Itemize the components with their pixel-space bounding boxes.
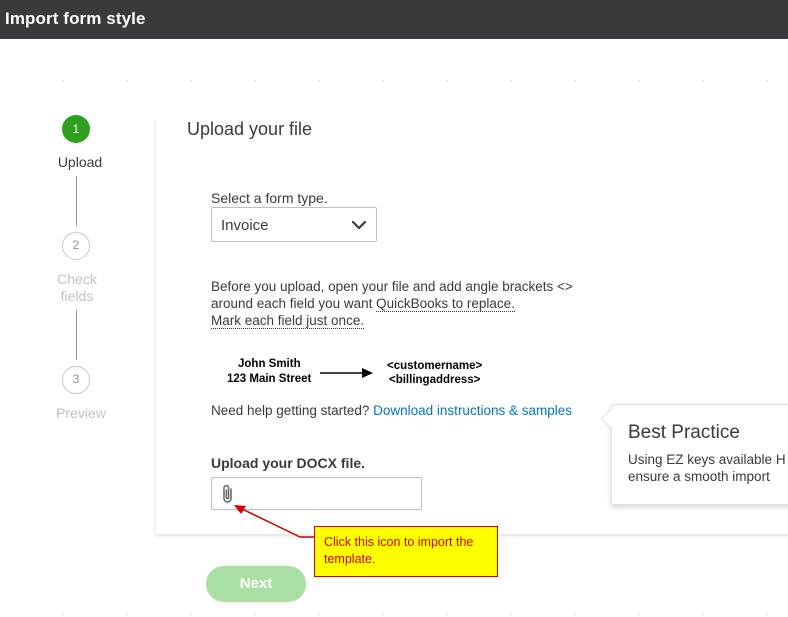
next-button[interactable]: Next xyxy=(206,566,306,602)
background-grid-line xyxy=(0,614,788,615)
popover-body: Using EZ keys available H ensure a smoot… xyxy=(628,451,786,485)
step-2-circle: 2 xyxy=(62,232,90,260)
example-address: 123 Main Street xyxy=(227,373,312,385)
help-prompt: Need help getting started? xyxy=(211,403,370,418)
instructions-line-3: Mark each field just once. xyxy=(211,312,631,329)
quickbooks-replace-tooltip[interactable]: QuickBooks to replace. xyxy=(376,296,515,312)
step-1-circle: 1 xyxy=(62,115,90,143)
callout-arrow-icon xyxy=(234,505,314,538)
instructions-text: Before you upload, open your file and ad… xyxy=(211,278,631,329)
background-grid-line xyxy=(0,80,788,81)
step-3-label: Preview xyxy=(56,405,106,421)
form-type-select[interactable]: Invoice xyxy=(211,207,377,242)
step-3-circle: 3 xyxy=(62,366,90,394)
form-type-value: Invoice xyxy=(221,217,269,234)
popover-body-line-2: ensure a smooth import xyxy=(628,469,770,484)
best-practice-popover: Best Practice Using EZ keys available H … xyxy=(600,404,788,505)
upload-label: Upload your DOCX file. xyxy=(211,455,366,471)
download-instructions-link[interactable]: Download instructions & samples xyxy=(373,403,572,418)
example-name: John Smith xyxy=(238,358,301,370)
instructions-line-2-text: around each field you want xyxy=(211,296,377,311)
instructions-line-2: around each field you want QuickBooks to… xyxy=(211,295,631,312)
instructions-line-1: Before you upload, open your file and ad… xyxy=(211,279,573,294)
page-title: Upload your file xyxy=(187,119,313,139)
annotation-callout: Click this icon to import the template. xyxy=(314,526,498,577)
form-type-label: Select a form type. xyxy=(211,190,328,206)
step-2-label-line2: fields xyxy=(60,288,94,304)
step-2-label-line1: Check xyxy=(57,271,97,287)
example-customername: <customername> xyxy=(387,360,483,372)
chevron-down-icon xyxy=(351,220,367,230)
popover-title: Best Practice xyxy=(628,422,740,443)
arrow-right-icon xyxy=(320,368,373,378)
example-billingaddress: <billingaddress> xyxy=(389,374,481,386)
step-2-label: Check fields xyxy=(37,271,117,305)
mark-once-tooltip[interactable]: Mark each field just once. xyxy=(211,313,365,329)
step-1-label: Upload xyxy=(57,154,103,170)
popover-body-line-1: Using EZ keys available H xyxy=(628,452,786,467)
annotation-text: Click this icon to import the template. xyxy=(324,535,474,566)
step-connector xyxy=(76,310,77,360)
window-title: Import form style xyxy=(5,9,146,28)
title-bar: Import form style xyxy=(0,0,788,39)
help-text: Need help getting started? Download inst… xyxy=(211,403,572,418)
step-connector xyxy=(76,176,77,226)
